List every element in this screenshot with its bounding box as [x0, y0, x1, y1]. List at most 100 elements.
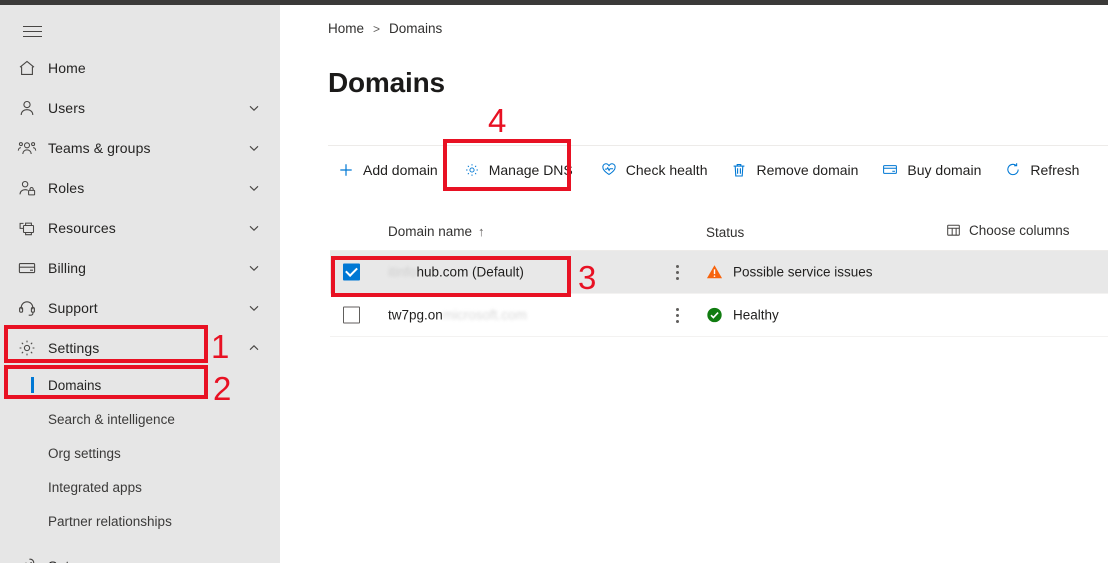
row-checkbox[interactable]	[343, 306, 360, 324]
kebab-dot	[675, 276, 679, 280]
app-root: Home Users Teams & groups Roles Resource…	[0, 0, 1108, 563]
table-row[interactable]: tw7pg.onmicrosoft.com Healthy	[330, 294, 1108, 337]
command-label: Remove domain	[756, 161, 859, 178]
refresh-button[interactable]: Refresh	[995, 150, 1089, 190]
sidebar-subitem-label: Partner relationships	[48, 513, 172, 529]
credit-card-icon	[882, 162, 898, 178]
kebab-dot	[675, 307, 679, 311]
sidebar-item-users[interactable]: Users	[0, 88, 280, 128]
refresh-icon	[1005, 162, 1021, 178]
sidebar-item-settings[interactable]: Settings	[0, 328, 280, 368]
command-label: Add domain	[363, 161, 438, 178]
kebab-dot	[675, 319, 679, 323]
sidebar-item-teams-and-groups[interactable]: Teams & groups	[0, 128, 280, 168]
redacted-domain-prefix: itinfo	[388, 264, 417, 280]
remove-domain-button[interactable]: Remove domain	[721, 150, 868, 190]
command-label: Check health	[625, 161, 708, 178]
sidebar-item-resources[interactable]: Resources	[0, 208, 280, 248]
column-header-label: Domain name	[388, 224, 473, 239]
row-actions-menu-icon[interactable]	[668, 261, 686, 283]
breadcrumb-item-domains[interactable]: Domains	[389, 21, 442, 36]
kebab-dot	[675, 264, 679, 268]
sidebar-item-label: Users	[48, 100, 86, 116]
sort-ascending-icon: ↑	[478, 224, 485, 239]
home-icon	[17, 58, 37, 78]
add-domain-button[interactable]: Add domain	[328, 150, 448, 190]
sidebar-subitem-label: Org settings	[48, 445, 121, 461]
hamburger-line-3	[22, 35, 42, 37]
wrench-icon	[17, 556, 37, 563]
command-label: Refresh	[1030, 161, 1080, 178]
hamburger-menu-icon[interactable]	[14, 15, 50, 47]
sidebar-item-label: Resources	[48, 220, 116, 236]
warning-icon	[706, 264, 723, 281]
choose-columns-icon	[946, 223, 961, 238]
breadcrumb: Home > Domains	[328, 21, 442, 36]
chevron-down-icon	[248, 222, 260, 234]
plus-icon	[338, 162, 354, 178]
table-header-row: Domain name ↑ Status Choose columns	[330, 215, 1108, 251]
sidebar-item-label: Teams & groups	[48, 140, 151, 156]
sidebar-subitem-search-and-intelligence[interactable]: Search & intelligence	[0, 402, 280, 436]
kebab-dot	[675, 313, 679, 317]
chevron-down-icon	[248, 142, 260, 154]
people-icon	[17, 138, 37, 158]
column-header-status[interactable]: Status	[706, 225, 744, 240]
manage-dns-button[interactable]: Manage DNS	[454, 150, 583, 190]
cell-status: Healthy	[706, 307, 779, 324]
breadcrumb-item-home[interactable]: Home	[328, 21, 364, 36]
domain-name-text: tw7pg.on	[388, 307, 443, 323]
sidebar-subitem-label: Domains	[48, 377, 102, 393]
command-label: Manage DNS	[488, 161, 573, 178]
selected-indicator-bar	[31, 377, 34, 393]
command-toolbar: Add domain Manage DNS Check health Remov…	[328, 145, 1108, 193]
sidebar-item-label: Settings	[48, 340, 100, 356]
chevron-down-icon	[248, 102, 260, 114]
sidebar-subitem-integrated-apps[interactable]: Integrated apps	[0, 470, 280, 504]
page-title: Domains	[328, 67, 445, 98]
healthy-check-icon	[706, 307, 723, 324]
sidebar-item-billing[interactable]: Billing	[0, 248, 280, 288]
choose-columns-button[interactable]: Choose columns	[946, 223, 1070, 238]
sidebar-subitem-domains[interactable]: Domains	[0, 368, 280, 402]
row-actions-menu-icon[interactable]	[668, 304, 686, 326]
cell-domain-name: itinfohub.com (Default)	[388, 265, 524, 280]
kebab-dot	[675, 270, 679, 274]
sidebar-item-roles[interactable]: Roles	[0, 168, 280, 208]
headset-icon	[17, 298, 37, 318]
sidebar-item-label: Support	[48, 300, 98, 316]
domain-name-text: hub.com (Default)	[416, 264, 524, 280]
status-label: Healthy	[733, 307, 779, 323]
sidebar-item-label: Setup	[48, 558, 85, 563]
sidebar-item-home[interactable]: Home	[0, 48, 280, 88]
command-label: Buy domain	[907, 161, 982, 178]
sidebar-item-label: Billing	[48, 260, 87, 276]
chevron-up-icon	[248, 342, 260, 354]
sidebar-subitem-org-settings[interactable]: Org settings	[0, 436, 280, 470]
buy-domain-button[interactable]: Buy domain	[872, 150, 991, 190]
table-row[interactable]: itinfohub.com (Default) Possible service…	[330, 251, 1108, 294]
heart-pulse-icon	[601, 162, 617, 178]
column-header-domain-name[interactable]: Domain name ↑	[388, 224, 485, 239]
person-icon	[17, 98, 37, 118]
sidebar-item-support[interactable]: Support	[0, 288, 280, 328]
column-header-label: Status	[706, 225, 745, 240]
person-lock-icon	[17, 178, 37, 198]
sidebar-subitem-partner-relationships[interactable]: Partner relationships	[0, 504, 280, 538]
gear-icon	[17, 338, 37, 358]
choose-columns-label: Choose columns	[969, 223, 1070, 238]
sidebar-subitem-label: Integrated apps	[48, 479, 142, 495]
sidebar-nav-list: Home Users Teams & groups Roles Resource…	[0, 48, 280, 563]
breadcrumb-separator-icon: >	[373, 21, 381, 36]
sidebar-item-setup[interactable]: Setup	[0, 546, 280, 563]
trash-icon	[731, 162, 747, 178]
hamburger-line-2	[22, 30, 42, 32]
check-health-button[interactable]: Check health	[591, 150, 718, 190]
chevron-down-icon	[248, 182, 260, 194]
row-checkbox[interactable]	[343, 263, 360, 281]
gear-icon	[464, 162, 480, 178]
domains-table: Domain name ↑ Status Choose columns itin…	[330, 215, 1108, 337]
chevron-down-icon	[248, 302, 260, 314]
status-label: Possible service issues	[733, 264, 873, 280]
cell-domain-name: tw7pg.onmicrosoft.com	[388, 308, 527, 323]
